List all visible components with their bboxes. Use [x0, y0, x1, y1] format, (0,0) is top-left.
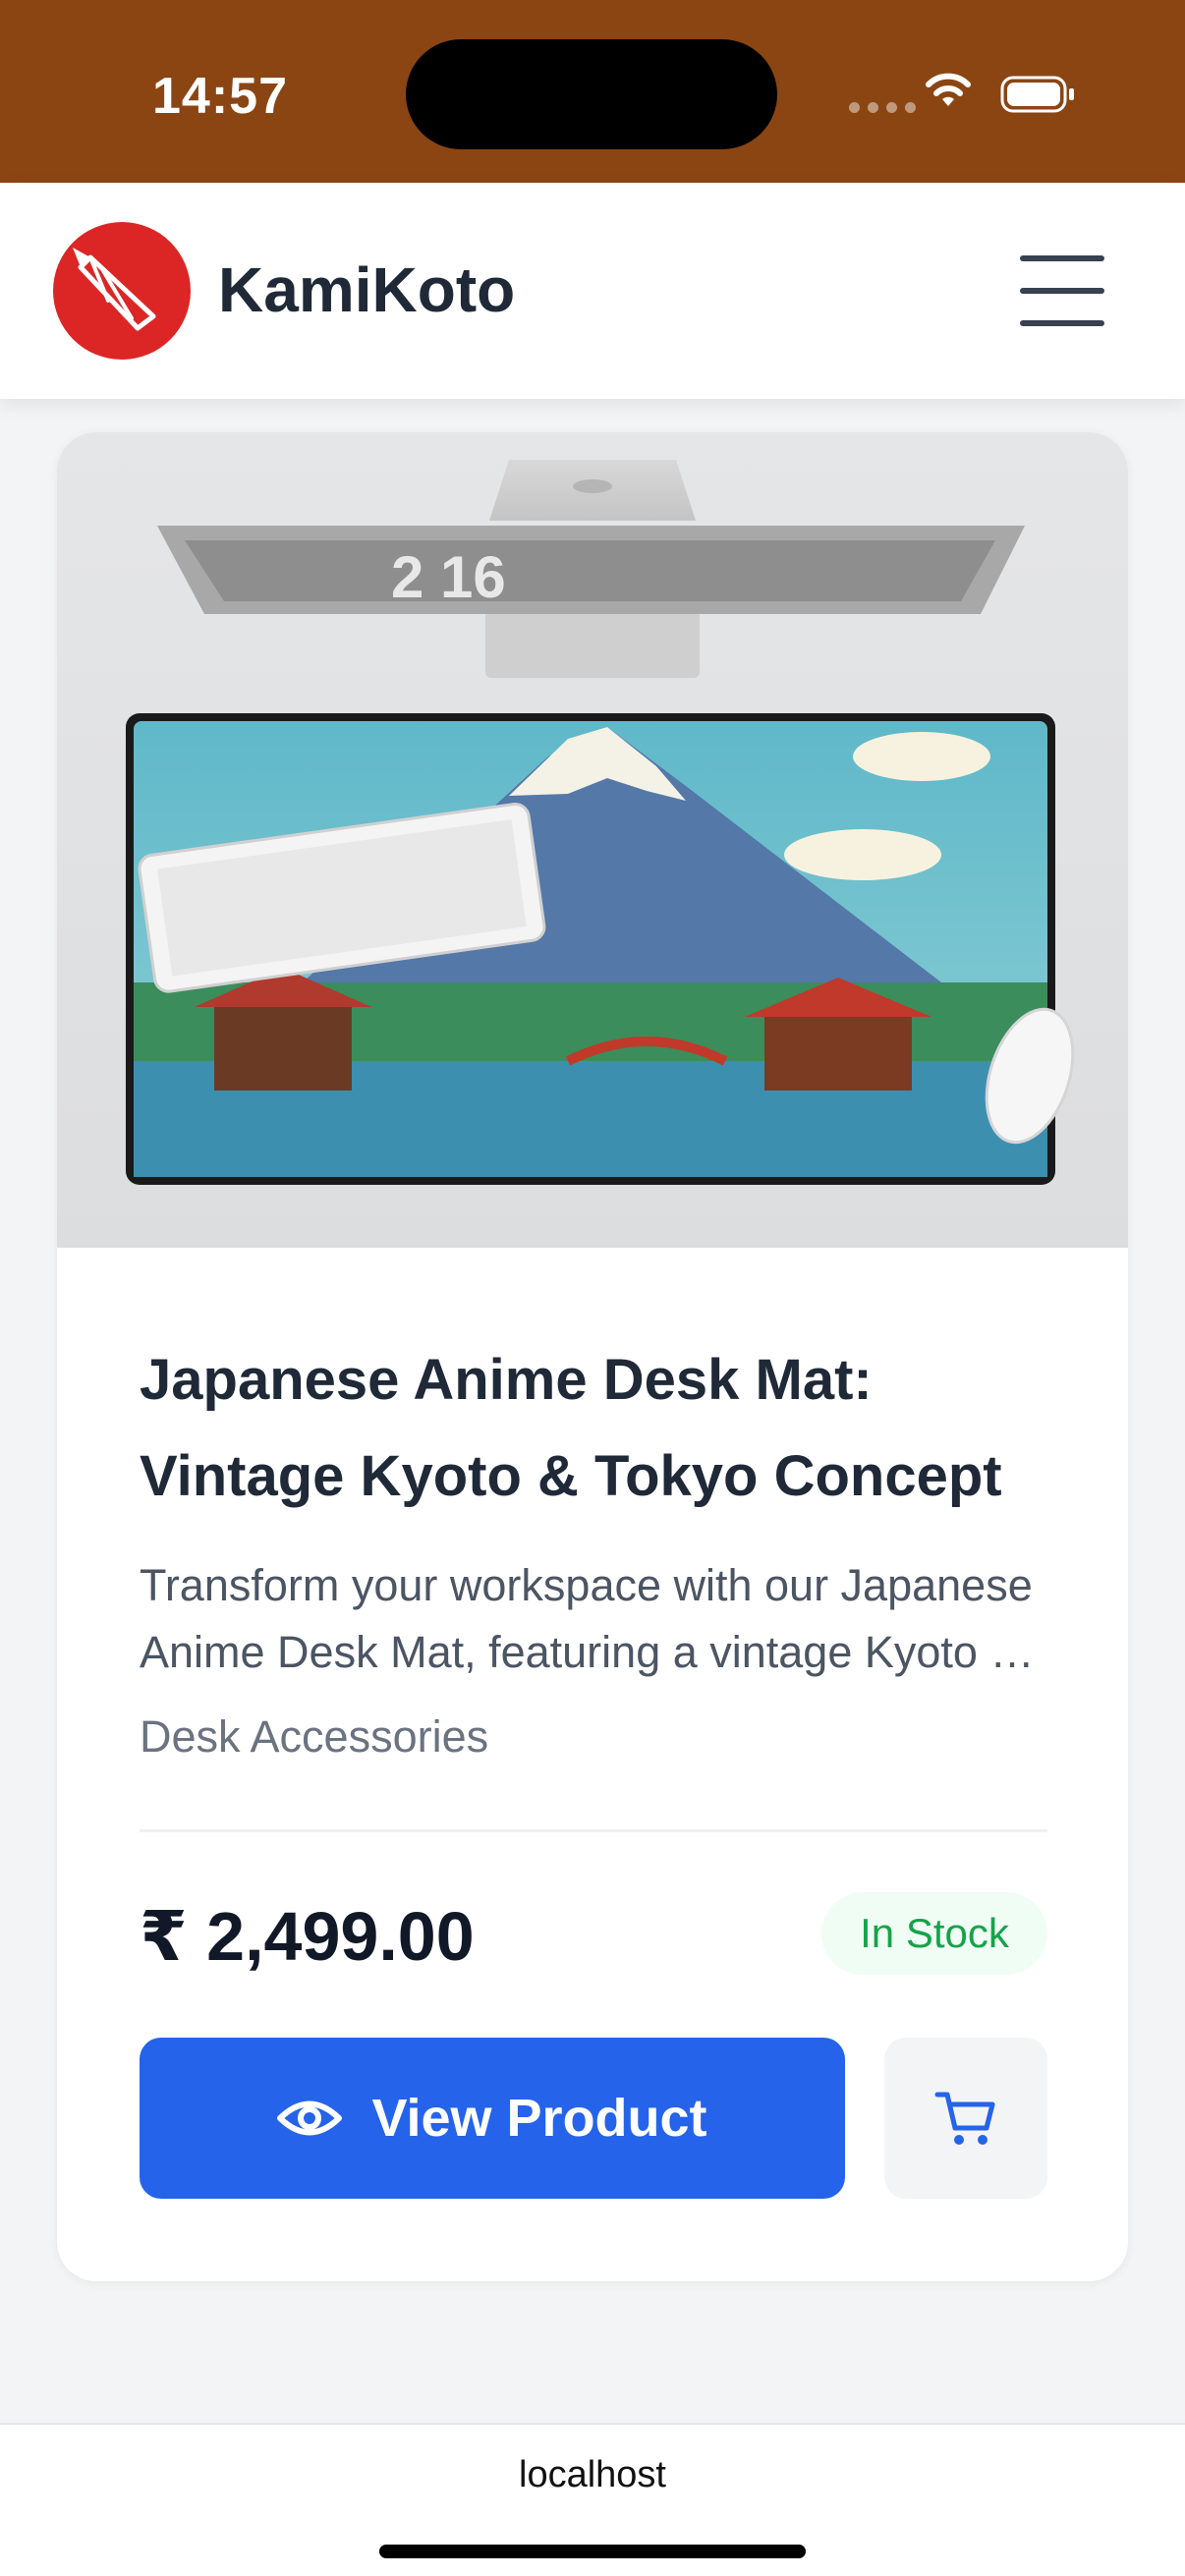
- product-category: Desk Accessories: [140, 1711, 489, 1762]
- paper-plane-pencil-icon: [73, 248, 156, 331]
- brand-name[interactable]: KamiKoto: [218, 253, 515, 326]
- app-header: KamiKoto: [0, 183, 1185, 399]
- divider: [140, 1829, 1047, 1832]
- url-label[interactable]: localhost: [0, 2454, 1185, 2496]
- dynamic-island: [406, 39, 777, 149]
- product-title[interactable]: Japanese Anime Desk Mat: Vintage Kyoto &…: [140, 1332, 1047, 1525]
- eye-icon: [277, 2100, 343, 2136]
- product-image[interactable]: 2 16: [57, 432, 1128, 1248]
- status-time: 14:57: [152, 68, 288, 125]
- battery-icon: [1000, 76, 1074, 113]
- add-to-cart-button[interactable]: [884, 2038, 1047, 2199]
- status-bar: 14:57: [0, 0, 1185, 183]
- product-card[interactable]: 2 16 Japanese Anime Desk Mat: Vintage Ky…: [57, 432, 1128, 2281]
- product-details: Japanese Anime Desk Mat: Vintage Kyoto &…: [140, 1332, 1047, 1766]
- signal-icon: [849, 102, 916, 113]
- hamburger-menu-icon: [1020, 255, 1104, 261]
- view-product-label: View Product: [371, 2089, 707, 2148]
- home-indicator[interactable]: [379, 2545, 806, 2558]
- stock-badge: In Stock: [821, 1892, 1047, 1975]
- wifi-icon: [926, 73, 971, 106]
- logo[interactable]: [53, 222, 191, 360]
- cart-icon: [934, 2092, 995, 2145]
- view-product-button[interactable]: View Product: [140, 2038, 845, 2199]
- product-description: Transform your workspace with our Japane…: [140, 1560, 1033, 1677]
- clock-digits: 2 16: [391, 544, 506, 610]
- product-price: ₹ 2,499.00: [140, 1898, 475, 1975]
- browser-bar: localhost: [0, 2423, 1185, 2576]
- menu-button[interactable]: [1018, 252, 1106, 330]
